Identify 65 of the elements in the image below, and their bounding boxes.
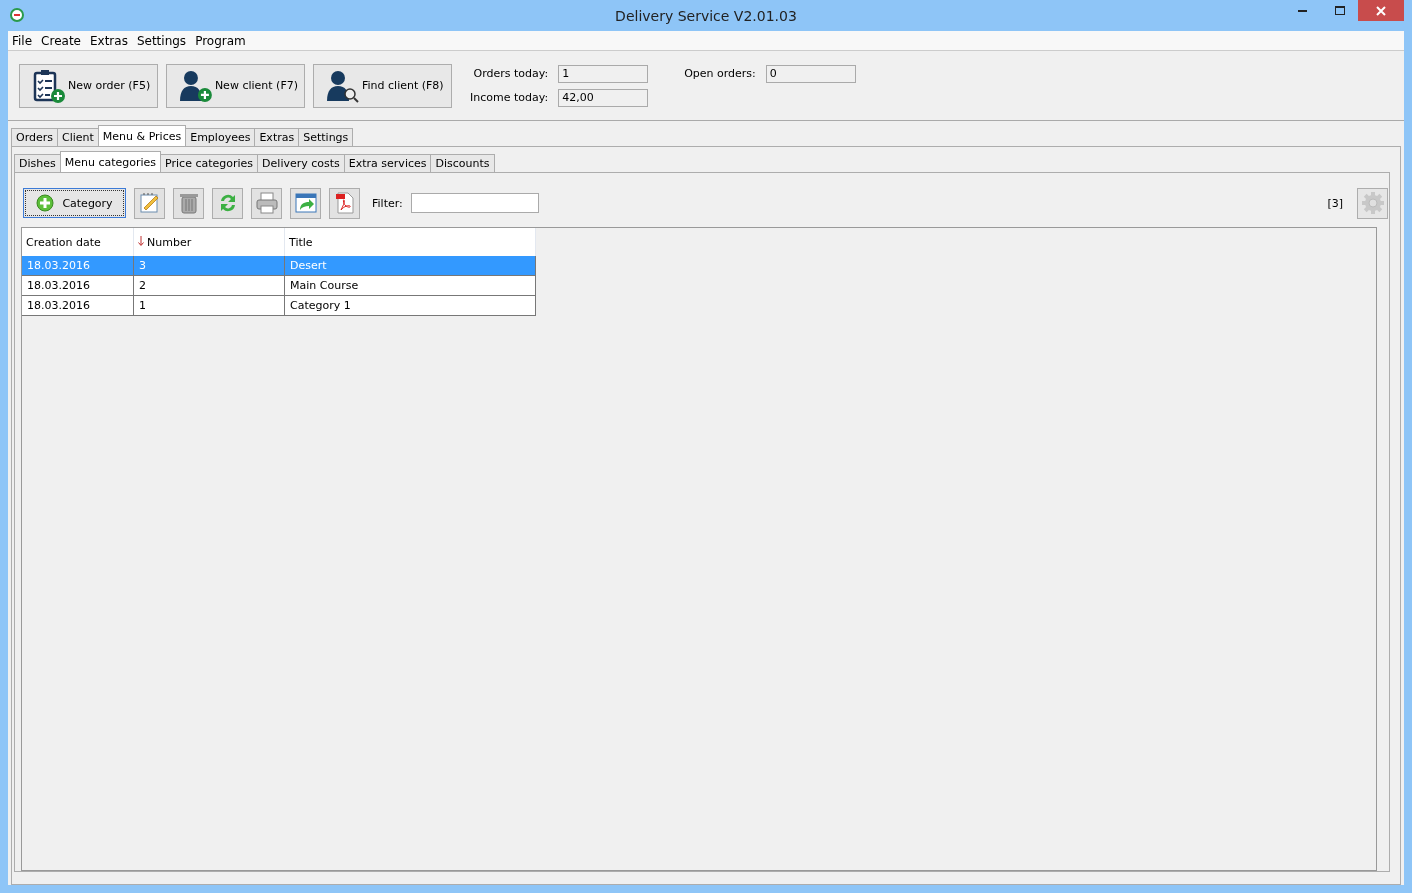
tab[interactable]: Extras (254, 128, 300, 146)
close-button[interactable] (1358, 0, 1404, 21)
export-button[interactable] (290, 187, 321, 219)
close-icon (1376, 5, 1386, 16)
menu-item[interactable]: File (12, 33, 33, 48)
action-button[interactable]: New order (F5) (19, 63, 158, 108)
minimize-icon (1298, 9, 1307, 12)
edit-button[interactable] (134, 187, 165, 219)
app-logo-icon (10, 8, 24, 22)
filter-label: Filter: (372, 196, 403, 210)
export-icon (293, 191, 318, 215)
pdf-button[interactable] (329, 187, 360, 219)
table-cell: Desert (284, 256, 536, 276)
stat-label: Orders today: (472, 67, 549, 80)
settings-icon (1360, 191, 1385, 215)
tab[interactable]: Delivery costs (257, 154, 345, 172)
column-header[interactable]: Creation date (22, 228, 134, 256)
tab[interactable]: Extra services (343, 154, 432, 172)
sort-arrow-icon (138, 235, 144, 246)
table-row[interactable]: 18.03.2016 1 Category 1 (22, 295, 536, 316)
printer-icon (254, 191, 279, 215)
table-cell: 18.03.2016 (22, 295, 134, 316)
action-button[interactable]: New client (F7) (166, 63, 305, 108)
add-person-icon (179, 68, 213, 103)
settings-button[interactable] (1357, 187, 1388, 219)
maximize-icon (1334, 6, 1345, 15)
table-cell: 3 (133, 256, 285, 276)
tab[interactable]: Client (57, 128, 99, 146)
column-header[interactable]: Title (284, 228, 536, 256)
menu-item[interactable]: Settings (136, 33, 187, 48)
tab[interactable]: Menu & Prices (97, 125, 187, 146)
table-cell: 1 (133, 295, 285, 316)
tab[interactable]: Orders (11, 128, 58, 146)
tab[interactable]: Dishes (14, 154, 61, 172)
tab[interactable]: Discounts (430, 154, 495, 172)
table-cell: Main Course (284, 275, 536, 296)
trash-button[interactable] (173, 187, 204, 219)
filter-field[interactable] (410, 193, 539, 213)
stat-field: 0 (765, 64, 856, 83)
person-search-icon (326, 68, 360, 103)
plus-circle-icon (36, 194, 55, 212)
action-button[interactable]: Find client (F8) (313, 63, 452, 108)
record-count: [3] (1327, 196, 1343, 210)
refresh-button[interactable] (212, 187, 243, 219)
window-title: Delivery Service V2.01.03 (615, 7, 797, 24)
tab[interactable]: Price categories (160, 154, 259, 172)
table-cell: 18.03.2016 (22, 256, 134, 276)
clipboard-icon (32, 68, 66, 103)
column-header[interactable]: Number (133, 228, 285, 256)
table-cell: Category 1 (284, 295, 536, 316)
add-category-button[interactable]: Category (23, 188, 126, 218)
menu-item[interactable]: Extras (89, 33, 128, 48)
printer-button[interactable] (251, 187, 282, 219)
stat-label: Income today: (470, 91, 549, 104)
menu-item[interactable]: Program (195, 33, 246, 48)
tab[interactable]: Employees (185, 128, 256, 146)
stat-label: Open orders: (684, 67, 756, 80)
stat-field: 1 (558, 64, 649, 83)
table-cell: 2 (133, 275, 285, 296)
table-row[interactable]: 18.03.2016 2 Main Course (22, 275, 536, 296)
stat-field: 42,00 (558, 88, 649, 107)
table-cell: 18.03.2016 (22, 275, 134, 296)
tab[interactable]: Menu categories (59, 151, 162, 172)
tab[interactable]: Settings (298, 128, 354, 146)
menu-item[interactable]: Create (41, 33, 81, 48)
